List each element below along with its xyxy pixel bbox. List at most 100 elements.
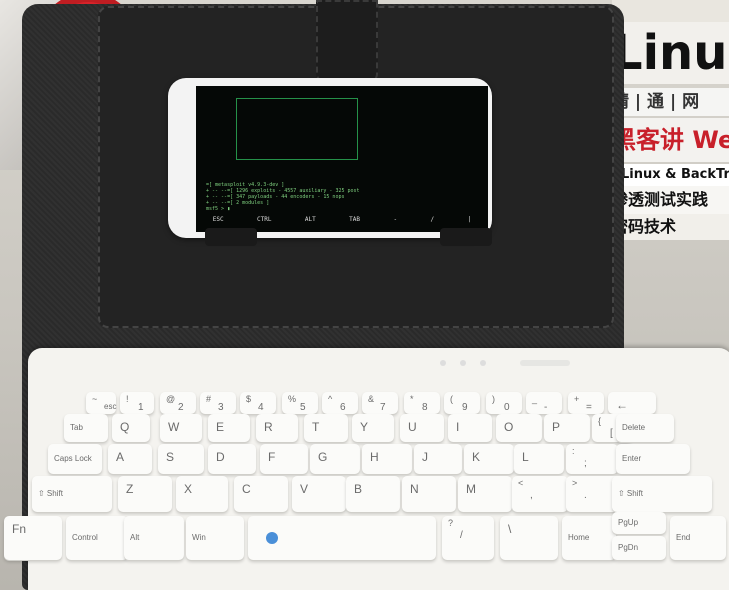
key-l[interactable]: L (514, 444, 564, 474)
key-o[interactable]: O (496, 414, 542, 442)
key-label: . (584, 490, 587, 501)
key-fn[interactable]: Fn (4, 516, 62, 560)
phone-terminal-screen[interactable]: =[ metasploit v4.9.3-dev ] + -- --=[ 129… (196, 86, 488, 232)
key-pgup[interactable]: PgUp (612, 512, 666, 534)
key-label: - (544, 402, 548, 413)
key-i[interactable]: I (448, 414, 492, 442)
key-m[interactable]: M (458, 476, 512, 512)
key-label: [ (610, 428, 613, 439)
book-spine: Linu (612, 22, 729, 84)
key-secondary-label: ~ (92, 394, 98, 404)
key-k[interactable]: K (464, 444, 514, 474)
key-d[interactable]: D (208, 444, 256, 474)
key-label: W (168, 420, 180, 434)
key-label: ⇧ Shift (38, 489, 63, 498)
key-j[interactable]: J (414, 444, 462, 474)
key-slash[interactable]: ? / (442, 516, 494, 560)
key-1[interactable]: ! 1 (120, 392, 154, 414)
status-leds (430, 356, 600, 374)
key-f[interactable]: F (260, 444, 308, 474)
key-0[interactable]: ) 0 (486, 392, 522, 414)
key-tab[interactable]: Tab (64, 414, 108, 442)
key-7[interactable]: & 7 (362, 392, 398, 414)
key-e[interactable]: E (208, 414, 250, 442)
key-r[interactable]: R (256, 414, 298, 442)
key-5[interactable]: % 5 (282, 392, 318, 414)
key-end[interactable]: End (670, 516, 726, 560)
term-key-esc[interactable]: ESC (213, 216, 224, 223)
key-rshift[interactable]: ⇧ Shift (612, 476, 712, 512)
key-minus[interactable]: _ - (526, 392, 562, 414)
key-label: G (318, 450, 328, 464)
term-key-alt[interactable]: ALT (305, 216, 316, 223)
key-a[interactable]: A (108, 444, 152, 474)
key-label: Q (120, 420, 130, 434)
term-key-slash[interactable]: / (431, 216, 435, 223)
key-x[interactable]: X (176, 476, 228, 512)
book-spine: 精 | 通 | 网 (612, 88, 729, 116)
key-label: H (370, 450, 379, 464)
key-4[interactable]: $4 (240, 392, 276, 414)
key-8[interactable]: * 8 (404, 392, 440, 414)
key-win[interactable]: Win (186, 516, 244, 560)
key-y[interactable]: Y (352, 414, 394, 442)
key-u[interactable]: U (400, 414, 444, 442)
key-delete[interactable]: Delete (616, 414, 674, 442)
key-secondary-label: $ (246, 394, 252, 404)
key-secondary-label: ) (492, 394, 495, 404)
power-switch[interactable] (520, 360, 570, 366)
key-enter[interactable]: Enter (616, 444, 690, 474)
key-label: O (504, 420, 514, 434)
key-g[interactable]: G (310, 444, 360, 474)
key-3[interactable]: #3 (200, 392, 236, 414)
key-c[interactable]: C (234, 476, 288, 512)
key-z[interactable]: Z (118, 476, 172, 512)
terminal-output: =[ metasploit v4.9.3-dev ] + -- --=[ 129… (206, 182, 466, 212)
key-backslash[interactable]: \ (500, 516, 558, 560)
key-esc[interactable]: ~ esc (86, 392, 116, 414)
term-key-tab[interactable]: TAB (349, 216, 360, 223)
key-secondary-label: & (368, 394, 375, 404)
key-lshift[interactable]: ⇧ Shift (32, 476, 112, 512)
key-label: Fn (12, 522, 27, 536)
key-t[interactable]: T (304, 414, 348, 442)
key-label: Caps Lock (54, 454, 92, 463)
key-6[interactable]: ^ 6 (322, 392, 358, 414)
key-secondary-label: + (574, 394, 580, 404)
key-secondary-label: ( (450, 394, 453, 404)
key-label: = (586, 402, 592, 413)
key-home[interactable]: Home (562, 516, 616, 560)
key-space[interactable] (248, 516, 436, 560)
key-q[interactable]: Q (112, 414, 150, 442)
key-h[interactable]: H (362, 444, 412, 474)
key-label: 7 (380, 402, 386, 413)
key-label: A (116, 450, 125, 464)
key-label: Enter (622, 454, 642, 463)
key-w[interactable]: W (160, 414, 202, 442)
key-label: Alt (130, 533, 140, 542)
key-label: S (166, 450, 175, 464)
key-9[interactable]: (9 (444, 392, 480, 414)
key-alt[interactable]: Alt (124, 516, 184, 560)
term-key-pipe[interactable]: | (468, 216, 472, 223)
key-label: R (264, 420, 273, 434)
key-comma[interactable]: <, (512, 476, 568, 512)
key-v[interactable]: V (292, 476, 346, 512)
key-label: T (312, 420, 320, 434)
key-2[interactable]: @2 (160, 392, 196, 414)
key-control[interactable]: Control (66, 516, 128, 560)
key-b[interactable]: B (346, 476, 400, 512)
key-s[interactable]: S (158, 444, 204, 474)
term-key-ctrl[interactable]: CTRL (257, 216, 271, 223)
key-semicolon[interactable]: :; (566, 444, 618, 474)
key-pgdn[interactable]: PgDn (612, 536, 666, 560)
key-capslock[interactable]: Caps Lock (48, 444, 102, 474)
key-p[interactable]: P (544, 414, 590, 442)
key-label: \ (508, 522, 512, 536)
key-equals[interactable]: + = (568, 392, 604, 414)
term-key-dash[interactable]: - (393, 216, 397, 223)
key-label: U (408, 420, 417, 434)
key-label: E (216, 420, 225, 434)
key-backspace[interactable]: ← (608, 392, 656, 414)
key-n[interactable]: N (402, 476, 456, 512)
